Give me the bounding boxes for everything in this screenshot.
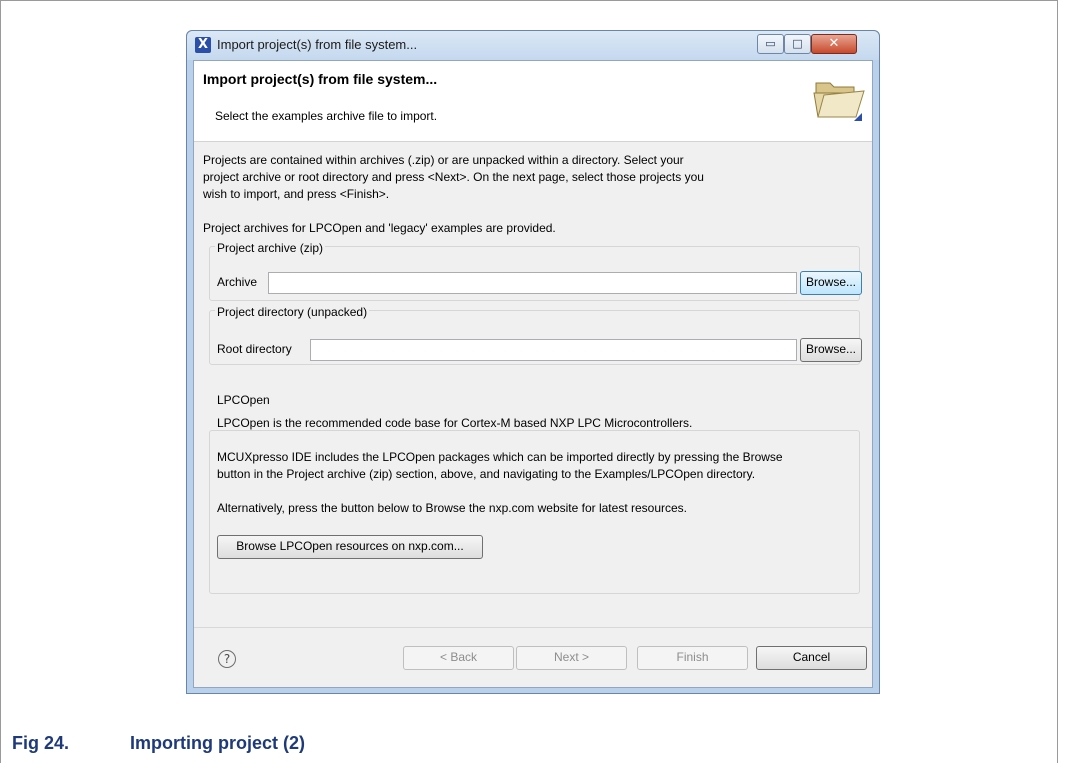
intro-line-3: wish to import, and press <Finish>. — [203, 187, 390, 201]
wizard-banner: Import project(s) from file system... Se… — [194, 61, 872, 142]
figure-caption: Fig 24. Importing project (2) — [12, 733, 305, 754]
browse-lpcopen-button[interactable]: Browse LPCOpen resources on nxp.com... — [217, 535, 483, 559]
figure-number: Fig 24. — [12, 733, 70, 753]
finish-button[interactable]: Finish — [637, 646, 748, 670]
archive-input[interactable] — [268, 272, 797, 294]
title-bar[interactable]: X Import project(s) from file system... … — [187, 31, 879, 60]
import-dialog: X Import project(s) from file system... … — [186, 30, 880, 694]
back-button[interactable]: < Back — [403, 646, 514, 670]
archive-label: Archive — [217, 275, 258, 289]
intro-provided: Project archives for LPCOpen and 'legacy… — [203, 221, 556, 235]
close-button[interactable]: ✕ — [811, 34, 857, 54]
lpcopen-text-1: LPCOpen is the recommended code base for… — [217, 416, 693, 430]
lpcopen-text-2b: button in the Project archive (zip) sect… — [217, 467, 756, 481]
figure-title: Importing project (2) — [130, 733, 305, 753]
lpcopen-text-3: Alternatively, press the button below to… — [217, 501, 688, 515]
open-folder-icon — [813, 82, 865, 121]
intro-line-1: Projects are contained within archives (… — [203, 153, 684, 167]
banner-subtitle: Select the examples archive file to impo… — [215, 109, 438, 123]
footer-divider — [194, 627, 872, 628]
next-button[interactable]: Next > — [516, 646, 627, 670]
window-title: Import project(s) from file system... — [217, 37, 418, 52]
root-directory-label: Root directory — [217, 342, 292, 356]
maximize-button[interactable]: □ — [784, 34, 811, 54]
banner-title: Import project(s) from file system... — [203, 71, 438, 87]
archive-group-label: Project archive (zip) — [215, 241, 326, 255]
app-icon: X — [195, 37, 211, 53]
archive-browse-button[interactable]: Browse... — [800, 271, 862, 295]
directory-group-label: Project directory (unpacked) — [215, 305, 370, 319]
directory-browse-button[interactable]: Browse... — [800, 338, 862, 362]
cancel-button[interactable]: Cancel — [756, 646, 867, 670]
lpcopen-group-label: LPCOpen — [217, 393, 270, 407]
dialog-content: Import project(s) from file system... Se… — [193, 60, 873, 688]
lpcopen-text-2a: MCUXpresso IDE includes the LPCOpen pack… — [217, 450, 783, 464]
root-directory-input[interactable] — [310, 339, 797, 361]
minimize-button[interactable]: ▭ — [757, 34, 784, 54]
intro-line-2: project archive or root directory and pr… — [203, 170, 704, 184]
help-icon[interactable]: ? — [218, 650, 236, 668]
